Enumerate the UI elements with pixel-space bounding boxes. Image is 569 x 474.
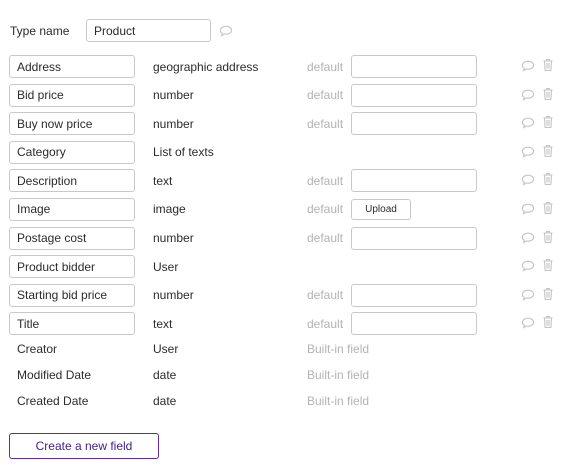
- builtin-field-row: Modified Date date Built-in field: [9, 365, 559, 391]
- field-type: text: [153, 316, 173, 331]
- field-row: Category List of texts: [9, 140, 559, 170]
- comment-icon[interactable]: [521, 260, 535, 272]
- comment-icon[interactable]: [521, 203, 535, 215]
- field-row: Product bidder User: [9, 255, 559, 284]
- trash-icon[interactable]: [542, 115, 554, 129]
- field-name-input[interactable]: Image: [9, 197, 135, 221]
- field-type: User: [153, 259, 179, 274]
- builtin-field-type: date: [153, 394, 177, 408]
- default-label: default: [307, 59, 344, 74]
- builtin-fields-list: Creator User Built-in field Modified Date da…: [9, 339, 559, 417]
- comment-icon[interactable]: [521, 232, 535, 244]
- field-type: List of texts: [153, 145, 214, 160]
- default-label: default: [307, 316, 344, 331]
- builtin-field-name: Created Date: [17, 394, 89, 408]
- field-name-input[interactable]: Product bidder: [9, 255, 135, 279]
- field-row: Postage cost number default: [9, 226, 559, 256]
- trash-icon[interactable]: [542, 201, 554, 215]
- default-label: default: [307, 202, 344, 217]
- builtin-field-tag: Built-in field: [307, 368, 370, 382]
- field-row: Address geographic address default: [9, 55, 559, 84]
- default-value-input[interactable]: [351, 55, 477, 78]
- trash-icon[interactable]: [542, 58, 554, 72]
- comment-icon[interactable]: [521, 174, 535, 187]
- field-name-input[interactable]: Buy now price: [9, 112, 135, 136]
- field-name-input[interactable]: Postage cost: [9, 226, 135, 250]
- field-name-input[interactable]: Title: [9, 312, 135, 336]
- create-new-field-button[interactable]: Create a new field: [9, 433, 159, 459]
- trash-icon[interactable]: [542, 315, 554, 329]
- field-type: number: [153, 288, 194, 303]
- field-name-input[interactable]: Description: [9, 169, 135, 193]
- builtin-field-tag: Built-in field: [307, 342, 370, 356]
- field-row: Starting bid price number default: [9, 283, 559, 313]
- field-row: Bid price number default: [9, 83, 559, 113]
- comment-icon[interactable]: [521, 89, 535, 101]
- type-name-input[interactable]: Product: [86, 19, 211, 42]
- field-type: number: [153, 116, 194, 131]
- field-type: text: [153, 173, 173, 188]
- comment-icon[interactable]: [521, 289, 535, 301]
- type-name-label: Type name: [10, 23, 70, 38]
- trash-icon[interactable]: [542, 144, 554, 158]
- type-name-row: Type name Product: [10, 19, 233, 42]
- field-name-input[interactable]: Address: [9, 55, 135, 78]
- default-value-input[interactable]: [351, 312, 477, 336]
- field-row: Title text default: [9, 312, 559, 341]
- builtin-field-name: Modified Date: [17, 368, 92, 382]
- trash-icon[interactable]: [542, 87, 554, 101]
- field-type: number: [153, 231, 194, 246]
- default-label: default: [307, 288, 344, 303]
- default-value-input[interactable]: [351, 283, 477, 307]
- builtin-field-row: Creator User Built-in field: [9, 339, 559, 365]
- default-value-input[interactable]: [351, 83, 477, 107]
- builtin-field-name: Creator: [17, 342, 58, 356]
- comment-icon[interactable]: [521, 60, 535, 72]
- trash-icon[interactable]: [542, 258, 554, 272]
- fields-list: Address geographic address default Bid pric…: [9, 55, 559, 341]
- builtin-field-row: Created Date date Built-in field: [9, 391, 559, 417]
- comment-icon[interactable]: [521, 117, 535, 129]
- trash-icon[interactable]: [542, 287, 554, 301]
- default-label: default: [307, 116, 344, 131]
- field-type: geographic address: [153, 59, 259, 74]
- field-type: number: [153, 88, 194, 103]
- default-label: default: [307, 88, 344, 103]
- builtin-field-type: User: [153, 342, 179, 356]
- comment-icon[interactable]: [521, 317, 535, 330]
- default-value-input[interactable]: [351, 226, 477, 250]
- field-row: Description text default: [9, 169, 559, 198]
- comment-icon[interactable]: [521, 146, 535, 158]
- field-type: image: [153, 202, 186, 217]
- default-label: default: [307, 173, 344, 188]
- trash-icon[interactable]: [542, 230, 554, 244]
- builtin-field-tag: Built-in field: [307, 394, 370, 408]
- field-row: Buy now price number default: [9, 112, 559, 141]
- upload-button[interactable]: Upload: [351, 198, 411, 220]
- builtin-field-type: date: [153, 368, 177, 382]
- field-name-input[interactable]: Bid price: [9, 83, 135, 107]
- default-label: default: [307, 231, 344, 246]
- trash-icon[interactable]: [542, 172, 554, 186]
- default-value-input[interactable]: [351, 112, 477, 136]
- field-row: Image image default Upload: [9, 197, 559, 227]
- field-name-input[interactable]: Category: [9, 140, 135, 164]
- comment-icon[interactable]: [219, 25, 233, 37]
- default-value-input[interactable]: [351, 169, 477, 193]
- field-name-input[interactable]: Starting bid price: [9, 283, 135, 307]
